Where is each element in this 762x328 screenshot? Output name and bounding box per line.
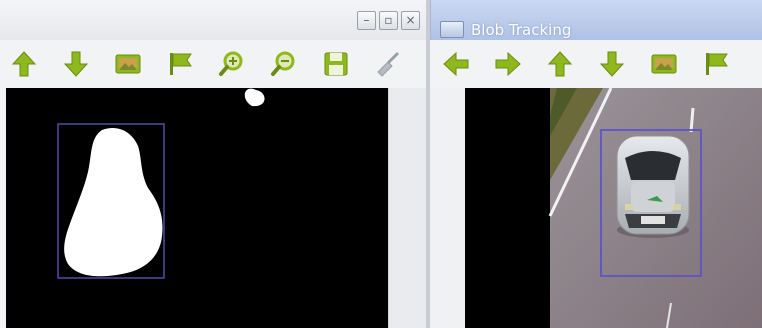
window-controls: – ▫ × (357, 11, 420, 30)
tracking-side-panel (430, 88, 465, 328)
mask-window: – ▫ × (0, 0, 426, 328)
broom-icon[interactable] (372, 48, 404, 80)
mask-toolbar (0, 40, 426, 88)
save-icon[interactable] (320, 48, 352, 80)
maximize-button[interactable]: ▫ (379, 11, 398, 30)
image-icon[interactable] (648, 48, 680, 80)
mask-view-scroll-area[interactable] (388, 88, 426, 328)
flag-icon[interactable] (700, 48, 732, 80)
app-icon (440, 21, 464, 38)
tracking-window-titlebar[interactable]: Blob Tracking (430, 0, 762, 40)
tracking-toolbar (430, 40, 762, 88)
arrow-right-icon[interactable] (492, 48, 524, 80)
tracking-window: Blob Tracking (430, 0, 762, 328)
arrow-up-icon[interactable] (544, 48, 576, 80)
road-scene (465, 88, 762, 328)
arrow-left-icon[interactable] (440, 48, 472, 80)
tracking-view[interactable] (465, 88, 762, 328)
arrow-up-icon[interactable] (8, 48, 40, 80)
image-icon[interactable] (112, 48, 144, 80)
flag-icon[interactable] (164, 48, 196, 80)
arrow-down-icon[interactable] (596, 48, 628, 80)
close-button[interactable]: × (401, 11, 420, 30)
mask-window-titlebar[interactable]: – ▫ × (0, 0, 426, 40)
zoom-in-icon[interactable] (216, 48, 248, 80)
arrow-down-icon[interactable] (60, 48, 92, 80)
mask-image (6, 88, 388, 328)
tracked-car (616, 135, 690, 238)
window-title: Blob Tracking (471, 21, 572, 39)
lane-line-center (689, 107, 695, 133)
minimize-button[interactable]: – (357, 11, 376, 30)
mask-view[interactable] (6, 88, 388, 328)
zoom-out-icon[interactable] (268, 48, 300, 80)
